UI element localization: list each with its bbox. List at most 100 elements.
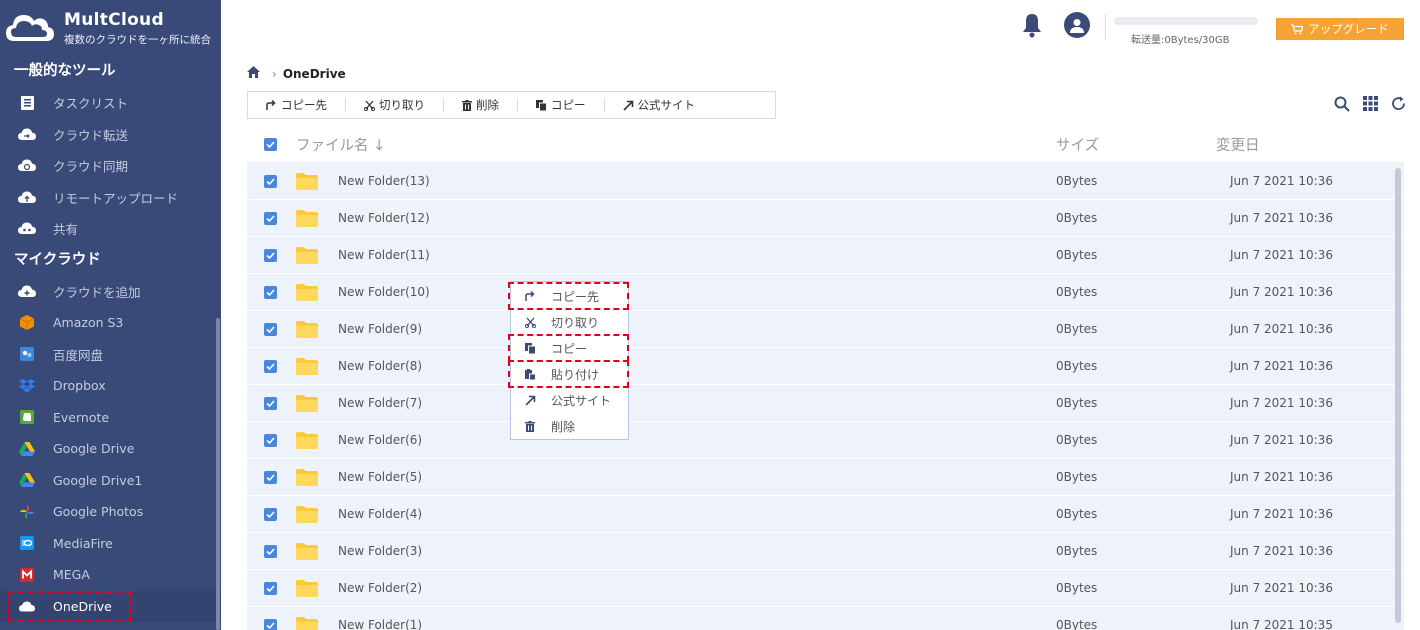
sidebar-item-google-drive1[interactable]: Google Drive1	[0, 465, 221, 497]
baidu-icon	[18, 345, 36, 363]
table-row[interactable]: New Folder(8) 0Bytes Jun 7 2021 10:36	[247, 348, 1404, 385]
sidebar-item-onedrive[interactable]: OneDrive	[0, 590, 221, 622]
table-row[interactable]: New Folder(3) 0Bytes Jun 7 2021 10:36	[247, 533, 1404, 570]
ctx-official-site[interactable]: 公式サイト	[511, 388, 628, 412]
sidebar-item-remote-upload[interactable]: リモートアップロード	[0, 182, 221, 214]
file-name[interactable]: New Folder(12)	[338, 211, 430, 225]
table-row[interactable]: New Folder(1) 0Bytes Jun 7 2021 10:35	[247, 607, 1404, 630]
row-checkbox[interactable]	[264, 322, 277, 336]
copy-button[interactable]: コピー	[518, 98, 605, 112]
user-avatar-icon[interactable]	[1064, 12, 1090, 38]
file-name[interactable]: New Folder(6)	[338, 433, 422, 447]
copy-icon	[536, 99, 547, 111]
sidebar-item-google-drive[interactable]: Google Drive	[0, 433, 221, 465]
column-header-date[interactable]: 変更日	[1216, 134, 1260, 155]
sidebar-item-evernote[interactable]: Evernote	[0, 402, 221, 434]
row-checkbox[interactable]	[264, 211, 277, 225]
table-row[interactable]: New Folder(7) 0Bytes Jun 7 2021 10:36	[247, 385, 1404, 422]
copy-label: コピー	[551, 98, 586, 112]
file-list-scrollbar[interactable]	[1395, 168, 1401, 623]
table-row[interactable]: New Folder(4) 0Bytes Jun 7 2021 10:36	[247, 496, 1404, 533]
file-size: 0Bytes	[1056, 359, 1098, 373]
file-name[interactable]: New Folder(4)	[338, 507, 422, 521]
file-name[interactable]: New Folder(11)	[338, 248, 430, 262]
file-name[interactable]: New Folder(9)	[338, 322, 422, 336]
sidebar-item-dropbox[interactable]: Dropbox	[0, 370, 221, 402]
sidebar-item-label: クラウド同期	[53, 159, 129, 175]
ctx-copy-to[interactable]: コピー先	[508, 282, 629, 310]
upgrade-button[interactable]: アップグレード	[1276, 18, 1404, 40]
context-menu: コピー先 切り取り コピー 貼り付け 公式サイト 削除	[508, 281, 629, 440]
table-row[interactable]: New Folder(6) 0Bytes Jun 7 2021 10:36	[247, 422, 1404, 459]
refresh-icon[interactable]	[1391, 96, 1406, 115]
upgrade-label: アップグレード	[1308, 22, 1389, 36]
sidebar-item-amazon-s3[interactable]: Amazon S3	[0, 307, 221, 339]
bell-icon[interactable]	[1022, 12, 1042, 41]
file-name[interactable]: New Folder(1)	[338, 618, 422, 630]
table-row[interactable]: New Folder(9) 0Bytes Jun 7 2021 10:36	[247, 311, 1404, 348]
table-row[interactable]: New Folder(10) 0Bytes Jun 7 2021 10:36	[247, 274, 1404, 311]
sidebar-item-cloud-sync[interactable]: クラウド同期	[0, 150, 221, 182]
brand[interactable]: MultCloud 複数のクラウドを一ヶ所に統合	[0, 0, 221, 56]
column-header-name[interactable]: ファイル名 ↓	[296, 134, 385, 155]
folder-icon	[296, 543, 318, 563]
sidebar-item-cloud-transfer[interactable]: クラウド転送	[0, 119, 221, 151]
file-name[interactable]: New Folder(3)	[338, 544, 422, 558]
table-row[interactable]: New Folder(13) 0Bytes Jun 7 2021 10:36	[247, 163, 1404, 200]
ctx-paste[interactable]: 貼り付け	[508, 360, 629, 388]
sidebar-item-label: タスクリスト	[53, 96, 129, 112]
sidebar-item-google-photos[interactable]: Google Photos	[0, 496, 221, 528]
file-list: New Folder(13) 0Bytes Jun 7 2021 10:36 New …	[247, 163, 1404, 630]
highlight-box	[508, 360, 629, 388]
breadcrumb-current[interactable]: OneDrive	[283, 67, 346, 81]
row-checkbox[interactable]	[264, 285, 277, 299]
row-checkbox[interactable]	[264, 507, 277, 521]
row-checkbox[interactable]	[264, 470, 277, 484]
chevron-right-icon: ›	[272, 66, 277, 81]
row-checkbox[interactable]	[264, 618, 277, 630]
row-checkbox[interactable]	[264, 248, 277, 262]
share-arrow-icon	[525, 395, 537, 406]
column-header-size[interactable]: サイズ	[1056, 134, 1099, 155]
google-drive-icon	[18, 471, 36, 489]
home-icon[interactable]	[247, 66, 260, 81]
file-name[interactable]: New Folder(5)	[338, 470, 422, 484]
ctx-delete[interactable]: 削除	[511, 414, 628, 438]
file-name[interactable]: New Folder(8)	[338, 359, 422, 373]
table-row[interactable]: New Folder(12) 0Bytes Jun 7 2021 10:36	[247, 200, 1404, 237]
file-size: 0Bytes	[1056, 248, 1098, 262]
table-row[interactable]: New Folder(11) 0Bytes Jun 7 2021 10:36	[247, 237, 1404, 274]
sidebar-item-add-cloud[interactable]: クラウドを追加	[0, 276, 221, 308]
delete-button[interactable]: 削除	[444, 98, 518, 112]
ctx-cut[interactable]: 切り取り	[511, 310, 628, 334]
search-icon[interactable]	[1334, 96, 1350, 115]
official-site-button[interactable]: 公式サイト	[605, 98, 714, 112]
row-checkbox[interactable]	[264, 433, 277, 447]
sidebar-scrollbar[interactable]	[216, 318, 220, 630]
sidebar-item-mediafire[interactable]: MediaFire	[0, 528, 221, 560]
file-name[interactable]: New Folder(7)	[338, 396, 422, 410]
file-name[interactable]: New Folder(2)	[338, 581, 422, 595]
row-checkbox[interactable]	[264, 396, 277, 410]
amazon-s3-icon	[18, 314, 36, 332]
row-checkbox[interactable]	[264, 359, 277, 373]
file-name[interactable]: New Folder(10)	[338, 285, 430, 299]
row-checkbox[interactable]	[264, 174, 277, 188]
copy-to-button[interactable]: コピー先	[248, 98, 346, 112]
row-checkbox[interactable]	[264, 581, 277, 595]
select-all-checkbox[interactable]	[264, 138, 277, 151]
sidebar-item-baidu[interactable]: 百度网盘	[0, 339, 221, 371]
grid-view-icon[interactable]	[1363, 96, 1378, 115]
sidebar-item-share[interactable]: 共有	[0, 213, 221, 245]
mega-icon	[18, 566, 36, 584]
cut-button[interactable]: 切り取り	[346, 98, 444, 112]
row-checkbox[interactable]	[264, 544, 277, 558]
table-row[interactable]: New Folder(5) 0Bytes Jun 7 2021 10:36	[247, 459, 1404, 496]
ctx-copy[interactable]: コピー	[508, 334, 629, 362]
sidebar-item-task-list[interactable]: タスクリスト	[0, 87, 221, 119]
mediafire-icon	[18, 534, 36, 552]
file-size: 0Bytes	[1056, 433, 1098, 447]
file-name[interactable]: New Folder(13)	[338, 174, 430, 188]
sidebar-item-mega[interactable]: MEGA	[0, 559, 221, 591]
table-row[interactable]: New Folder(2) 0Bytes Jun 7 2021 10:36	[247, 570, 1404, 607]
